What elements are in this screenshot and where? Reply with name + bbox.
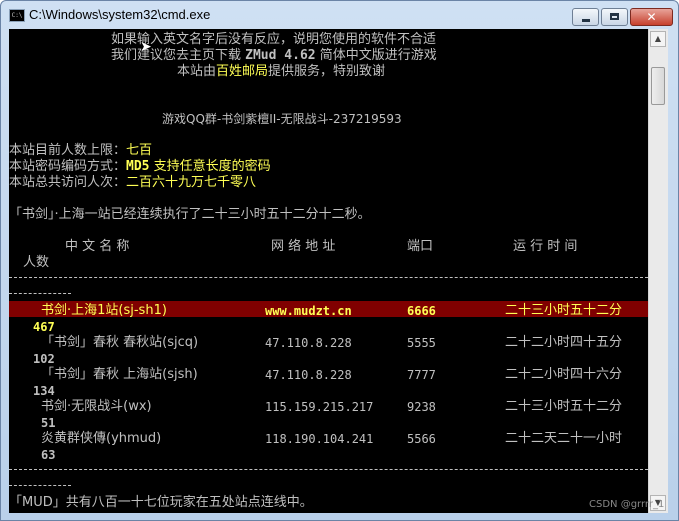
row-3-name[interactable]: 「书剑」春秋 上海站(sjsh) bbox=[41, 367, 198, 383]
header-port: 端口 bbox=[407, 239, 434, 254]
footer-message: 「MUD」共有八百一十七位玩家在五处站点连线中。 bbox=[9, 495, 313, 510]
separator-bottom-tail bbox=[9, 485, 71, 486]
row-1-players: 467 bbox=[33, 320, 55, 334]
row-4-players: 51 bbox=[41, 416, 56, 430]
row-2-name[interactable]: 「书剑」春秋 春秋站(sjcq) bbox=[41, 335, 198, 351]
console-output[interactable]: 如果输入英文名字后没有反应，说明您使用的软件不合适 我们建议您去主页下载 ZMu… bbox=[9, 29, 648, 513]
maximize-icon bbox=[610, 13, 619, 20]
row-4-uptime: 二十三小时五十二分 bbox=[505, 399, 623, 414]
separator-bottom bbox=[9, 469, 648, 470]
window-title: C:\Windows\system32\cmd.exe bbox=[29, 7, 211, 22]
stat-max-users: 本站目前人数上限：七百 bbox=[9, 143, 153, 158]
row-5-uptime: 二十二天二十一小时 bbox=[505, 431, 623, 446]
title-bar[interactable]: C:\ C:\Windows\system32\cmd.exe ✕ bbox=[1, 1, 678, 29]
header-uptime: 运 行 时 间 bbox=[513, 239, 578, 254]
row-4-port: 9238 bbox=[407, 400, 436, 414]
stat-password-encoding: 本站密码编码方式：MD5 支持任意长度的密码 bbox=[9, 159, 271, 174]
row-1-address[interactable]: www.mudzt.cn bbox=[265, 303, 352, 319]
row-2-port: 5555 bbox=[407, 336, 436, 350]
row-5-players: 63 bbox=[41, 448, 56, 462]
row-3-uptime: 二十二小时四十六分 bbox=[505, 367, 623, 382]
row-3-players: 134 bbox=[33, 384, 55, 398]
mouse-pointer-icon: ➤ bbox=[140, 39, 152, 55]
header-players: 人数 bbox=[23, 255, 50, 270]
row-4-name[interactable]: 书剑·无限战斗(wx) bbox=[41, 399, 152, 415]
watermark: CSDN @grrrr_1 bbox=[589, 499, 665, 510]
minimize-button[interactable] bbox=[572, 8, 599, 26]
row-2-address[interactable]: 47.110.8.228 bbox=[265, 335, 352, 351]
separator-top bbox=[9, 277, 648, 278]
intro-line-1: 如果输入英文名字后没有反应，说明您使用的软件不合适 bbox=[111, 32, 437, 47]
row-3-address[interactable]: 47.110.8.228 bbox=[265, 367, 352, 383]
qq-group-line: 游戏QQ群-书剑紫檀II-无限战斗-237219593 bbox=[162, 112, 402, 126]
scroll-up-button[interactable]: ▲ bbox=[650, 31, 666, 47]
row-5-port: 5566 bbox=[407, 432, 436, 446]
cmd-app-icon[interactable]: C:\ bbox=[9, 9, 25, 22]
vertical-scrollbar[interactable]: ▲ ▼ bbox=[648, 29, 668, 513]
maximize-button[interactable] bbox=[601, 8, 628, 26]
intro-line-2: 我们建议您去主页下载 ZMud 4.62 简体中文版进行游戏 bbox=[111, 48, 437, 63]
close-button[interactable]: ✕ bbox=[630, 8, 673, 26]
row-5-name[interactable]: 炎黄群侠傳(yhmud) bbox=[41, 431, 161, 447]
row-1-name[interactable]: 书剑·上海1站(sj-sh1) bbox=[41, 303, 167, 319]
header-name: 中 文 名 称 bbox=[65, 239, 130, 254]
stat-total-visits: 本站总共访问人次：二百六十九万七千零八 bbox=[9, 175, 257, 190]
intro-line-3: 本站由百姓邮局提供服务，特别致谢 bbox=[177, 64, 386, 79]
row-2-players: 102 bbox=[33, 352, 55, 366]
cmd-window: C:\ C:\Windows\system32\cmd.exe ✕ 如果输入英文… bbox=[0, 0, 679, 521]
close-icon: ✕ bbox=[646, 10, 657, 24]
row-5-address[interactable]: 118.190.104.241 bbox=[265, 431, 373, 447]
row-2-uptime: 二十二小时四十五分 bbox=[505, 335, 623, 350]
header-address: 网 络 地 址 bbox=[271, 239, 336, 254]
row-3-port: 7777 bbox=[407, 368, 436, 382]
row-1-port: 6666 bbox=[407, 304, 436, 318]
uptime-message: 「书剑」·上海一站已经连续执行了二十三小时五十二分十二秒。 bbox=[9, 207, 371, 222]
row-4-address[interactable]: 115.159.215.217 bbox=[265, 399, 373, 415]
separator-top-tail bbox=[9, 293, 71, 294]
row-1-uptime: 二十三小时五十二分 bbox=[505, 303, 623, 318]
scroll-thumb[interactable] bbox=[651, 67, 665, 105]
minimize-icon bbox=[582, 19, 590, 22]
